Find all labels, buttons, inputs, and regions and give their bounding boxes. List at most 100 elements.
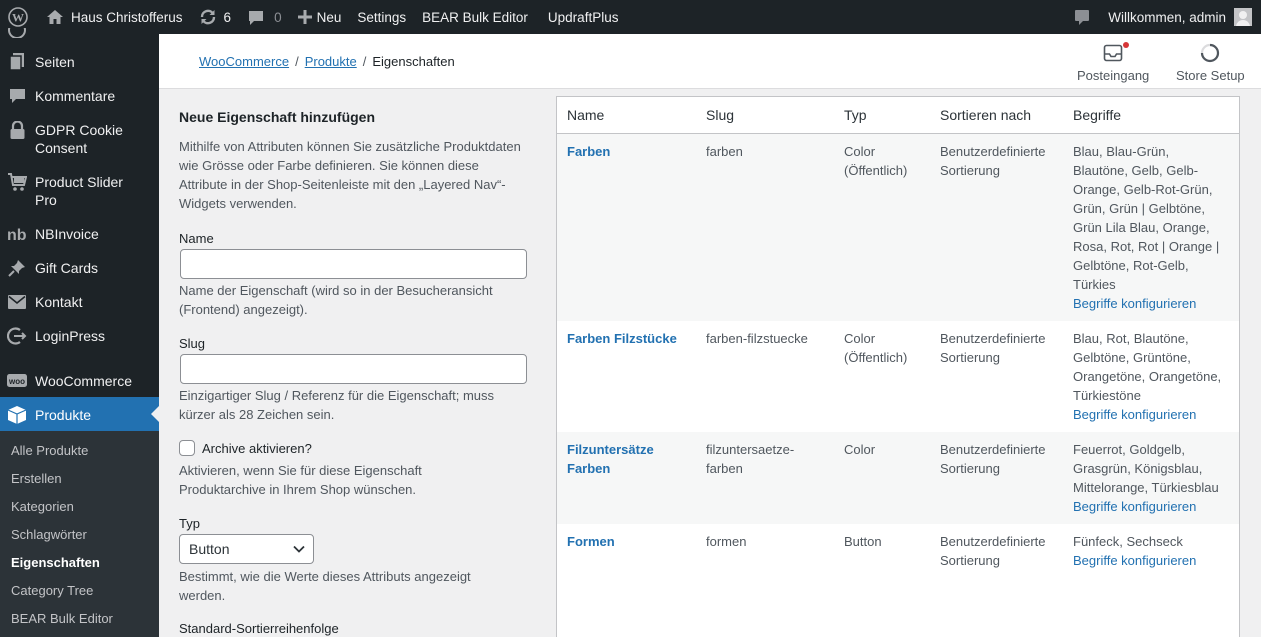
configure-terms-link[interactable]: Begriffe konfigurieren [1073,499,1196,514]
slug-cell: formen [706,533,747,549]
pin-icon [7,258,27,278]
type-select[interactable]: Button [179,534,314,564]
site-name-link[interactable]: Haus Christofferus [38,0,191,34]
sidebar-item-nbinvoice[interactable]: nb NBInvoice [0,224,159,244]
attribute-name-link[interactable]: Formen [567,534,615,549]
notification-link[interactable] [1066,0,1100,34]
bear-label: BEAR Bulk Editor [422,9,528,25]
attribute-name-link[interactable]: Filzuntersätze Farben [567,440,686,478]
help-line: Aktivieren, wenn Sie für diese Eigenscha… [179,463,422,478]
woo-icon: woo [7,371,27,391]
terms-cell: Blau, Blau-Grün, Blautöne, Gelb, Gelb- O… [1063,133,1239,321]
sort-line: Benutzerdefinierte [940,330,1046,346]
type-line: (Öffentlich) [844,349,908,365]
help-line: Name der Eigenschaft (wird so in der Bes… [179,283,493,298]
settings-link[interactable]: Settings [349,0,414,34]
avatar [1234,8,1252,26]
sidebar-item-loginpress[interactable]: LoginPress [0,326,159,346]
help-line: Produktarchive in Ihrem Shop wünschen. [179,482,417,497]
submenu-eigenschaften[interactable]: Eigenschaften [11,555,100,570]
type-line: (Öffentlich) [844,162,908,178]
my-account-link[interactable]: Willkommen, admin [1100,0,1261,34]
table-row: Farben Filzstücke farben-filzstuecke Col… [557,321,1239,432]
type-label: Typ [179,516,200,531]
sidebar-item-gdpr[interactable]: GDPR Cookie Consent [0,120,159,157]
help-line: Einzigartiger Slug / Referenz für die Ei… [179,388,495,403]
archive-checkbox[interactable] [179,440,195,456]
configure-terms-link[interactable]: Begriffe konfigurieren [1073,553,1196,568]
form-title: Neue Eigenschaft hinzufügen [179,109,376,125]
unread-dot [1123,42,1130,48]
sidebar-item-produkte[interactable]: Produkte [0,397,159,431]
terms-line: Grün Lila Blau, Orange, [1073,219,1210,235]
breadcrumb-produkte[interactable]: Produkte [305,54,357,69]
gdpr-line-2: Consent [35,140,88,156]
inbox-button[interactable]: Posteingang [1077,42,1149,83]
type-cell: Color (Öffentlich) [834,321,930,432]
archive-help: Aktivieren, wenn Sie für diese Eigenscha… [179,461,539,499]
wordpress-icon: W [8,7,28,27]
slug-cell: filzuntersaetze-farben [696,431,834,524]
form-intro: Mithilfe von Attributen können Sie zusät… [179,137,539,213]
admin-bar: W Haus Christofferus 6 0 Neu Settings BE… [0,0,1261,34]
new-label: Neu [316,9,342,25]
terms-line: Türkies [1073,276,1116,292]
terms-line: Gelbtöne, Grüntöne, [1073,349,1191,365]
sort-cell: Benutzerdefinierte Sortierung [930,321,1063,432]
terms-line: Türkiestöne [1073,387,1141,403]
configure-terms-link[interactable]: Begriffe konfigurieren [1073,407,1196,422]
attribute-name-link[interactable]: Farben Filzstücke [567,331,677,346]
name-line: Farben [567,460,611,476]
produkte-submenu: Alle Produkte Erstellen Kategorien Schla… [0,431,159,637]
sidebar-item-kommentare[interactable]: Kommentare [0,86,159,106]
progress-ring-icon [1200,42,1220,64]
terms-cell: Feuerrot, Goldgelb, Grasgrün, Königsblau… [1063,431,1239,524]
slug-label: Slug [179,336,206,351]
updraftplus-link[interactable]: UpdraftPlus [536,0,627,34]
updraft-label: UpdraftPlus [547,9,619,25]
new-content-link[interactable]: Neu [290,0,350,34]
submenu-alle-produkte[interactable]: Alle Produkte [11,443,88,458]
lock-icon [7,120,27,140]
intro-line: Attribute in der Shop-Seitenleiste mit d… [179,177,506,192]
submenu-schlagwoerter[interactable]: Schlagwörter [11,527,87,542]
slug-input[interactable] [180,354,527,384]
store-setup-button[interactable]: Store Setup [1176,42,1245,83]
sidebar-item-gift-cards[interactable]: Gift Cards [0,258,159,278]
submenu-kategorien[interactable]: Kategorien [11,499,74,514]
breadcrumb-woocommerce[interactable]: WooCommerce [199,54,289,69]
sidebar-item-seiten[interactable]: Seiten [0,52,159,71]
slider-line-1: Product Slider [35,174,123,190]
home-icon [46,9,64,25]
sort-order-label: Standard-Sortierreihenfolge [179,621,339,636]
attribute-name-link[interactable]: Farben [567,144,610,159]
settings-label: Settings [357,9,407,25]
comments-link[interactable]: 0 [239,0,290,34]
slug-cell: farben [696,133,834,321]
bear-bulk-editor-link[interactable]: BEAR Bulk Editor [414,0,536,34]
sort-line: Benutzerdefinierte [940,533,1046,549]
dashboard-icon [7,28,27,38]
name-input[interactable] [180,249,527,279]
table-row: Farben farben Color (Öffentlich) Benutzer… [557,133,1239,321]
submenu-erstellen[interactable]: Erstellen [11,471,62,486]
column-header-terms: Begriffe [1063,97,1239,134]
table-row: Formen formen Button Benutzerdefinierte S… [557,524,1239,578]
help-line: (Frontend) angezeigt). [179,302,308,317]
type-cell: Button [844,533,882,549]
terms-line: Feuerrot, Goldgelb, [1073,441,1186,457]
terms-line: Fünfeck, Sechseck [1073,533,1183,549]
sidebar-item-kontakt[interactable]: Kontakt [0,292,159,312]
nb-icon: nb [7,224,27,244]
terms-line: Blautöne, Gelb, Gelb- [1073,162,1199,178]
sidebar-item-product-slider[interactable]: Product Slider Pro [0,172,159,209]
updates-link[interactable]: 6 [191,0,240,34]
submenu-category-tree[interactable]: Category Tree [11,583,93,598]
updates-count: 6 [223,9,232,25]
sort-line: Sortierung [940,552,1000,568]
name-cell: Farben Filzstücke [557,321,696,432]
sidebar-label-kontakt: Kontakt [35,294,83,310]
sidebar-item-woocommerce[interactable]: woo WooCommerce [0,371,159,391]
submenu-bear-bulk-editor[interactable]: BEAR Bulk Editor [11,611,113,626]
configure-terms-link[interactable]: Begriffe konfigurieren [1073,296,1196,311]
